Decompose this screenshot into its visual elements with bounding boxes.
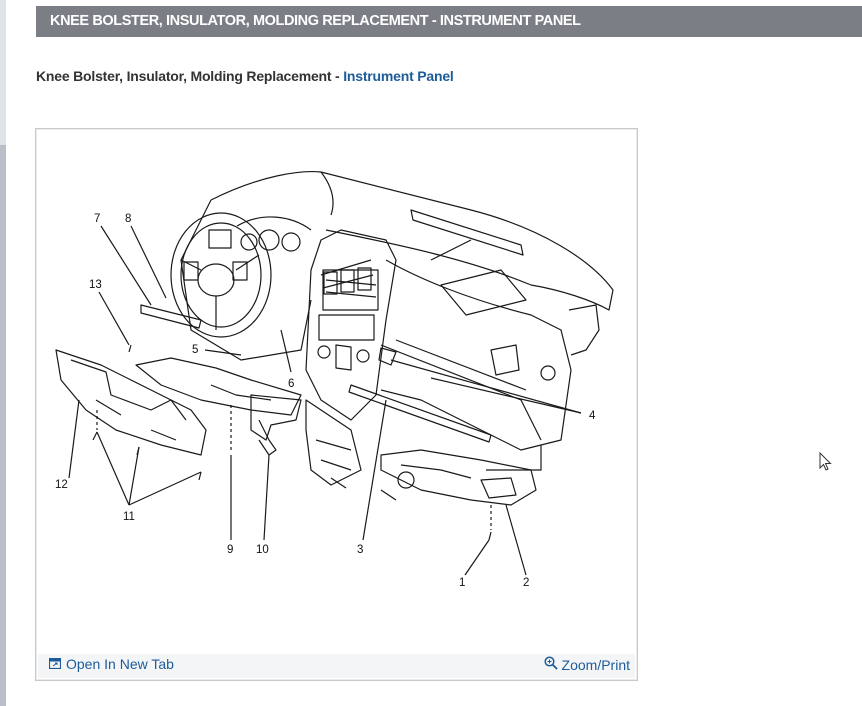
page-header: KNEE BOLSTER, INSULATOR, MOLDING REPLACE… — [36, 6, 862, 37]
breadcrumb-prefix: Knee Bolster, Insulator, Molding Replace… — [36, 68, 344, 84]
zoom-print-label: Zoom/Print — [561, 656, 630, 673]
callout-7: 7 — [94, 213, 100, 225]
callout-12: 12 — [55, 479, 68, 491]
callout-3: 3 — [357, 544, 363, 556]
callout-4: 4 — [589, 410, 596, 422]
callout-11: 11 — [123, 511, 135, 523]
mouse-pointer-icon — [819, 451, 833, 477]
page-title: KNEE BOLSTER, INSULATOR, MOLDING REPLACE… — [50, 13, 581, 29]
callout-2: 2 — [523, 577, 529, 589]
window-left-edge — [0, 0, 6, 706]
callout-8: 8 — [125, 213, 131, 225]
callout-9: 9 — [227, 544, 233, 556]
callout-5: 5 — [192, 344, 198, 356]
breadcrumb-link[interactable]: Instrument Panel — [343, 68, 454, 84]
open-tab-icon — [48, 656, 62, 672]
breadcrumb: Knee Bolster, Insulator, Molding Replace… — [36, 68, 454, 84]
open-tab-label: Open In New Tab — [66, 656, 174, 672]
callout-6: 6 — [288, 378, 294, 390]
zoom-print-link[interactable]: Zoom/Print — [543, 656, 630, 673]
callout-1: 1 — [459, 577, 465, 589]
magnifier-icon — [543, 656, 558, 673]
callout-13: 13 — [89, 279, 102, 291]
callout-10: 10 — [256, 544, 269, 556]
illustration-panel: 1 2 3 4 5 6 7 8 9 10 11 12 13 Open In Ne… — [35, 128, 638, 681]
figure-footer: Open In New Tab Zoom/Print — [38, 654, 635, 678]
open-in-new-tab-link[interactable]: Open In New Tab — [48, 656, 174, 672]
instrument-panel-diagram: 1 2 3 4 5 6 7 8 9 10 11 12 13 — [55, 171, 614, 589]
